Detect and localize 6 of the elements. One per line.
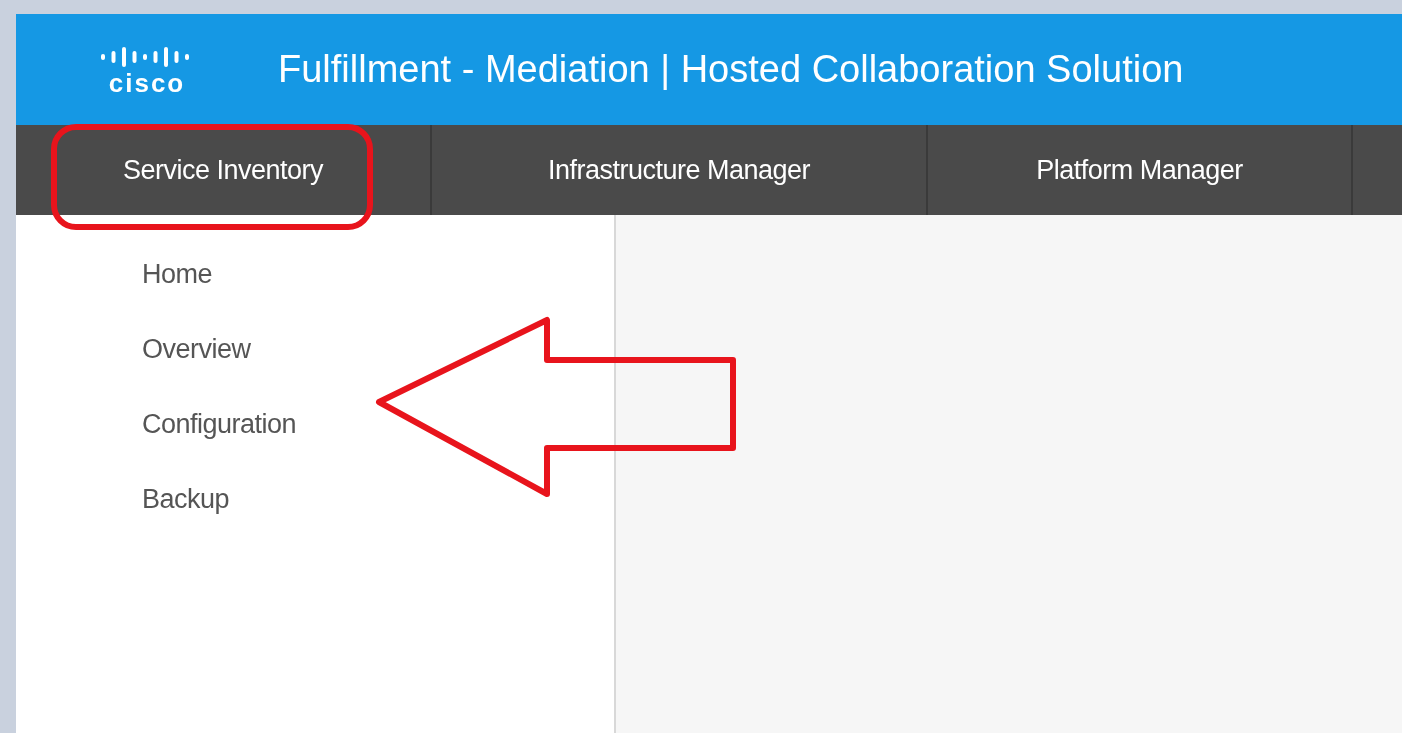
sidebar-item[interactable]: Backup (142, 484, 230, 515)
sidebar-item[interactable]: Overview (142, 334, 251, 365)
app-title: Fulfillment - Mediation | Hosted Collaboration Solution (278, 48, 1184, 91)
logo-text: cisco (108, 70, 186, 95)
sidebar-item[interactable]: Configuration (142, 409, 297, 440)
sidebar-item[interactable]: Home (142, 259, 213, 290)
